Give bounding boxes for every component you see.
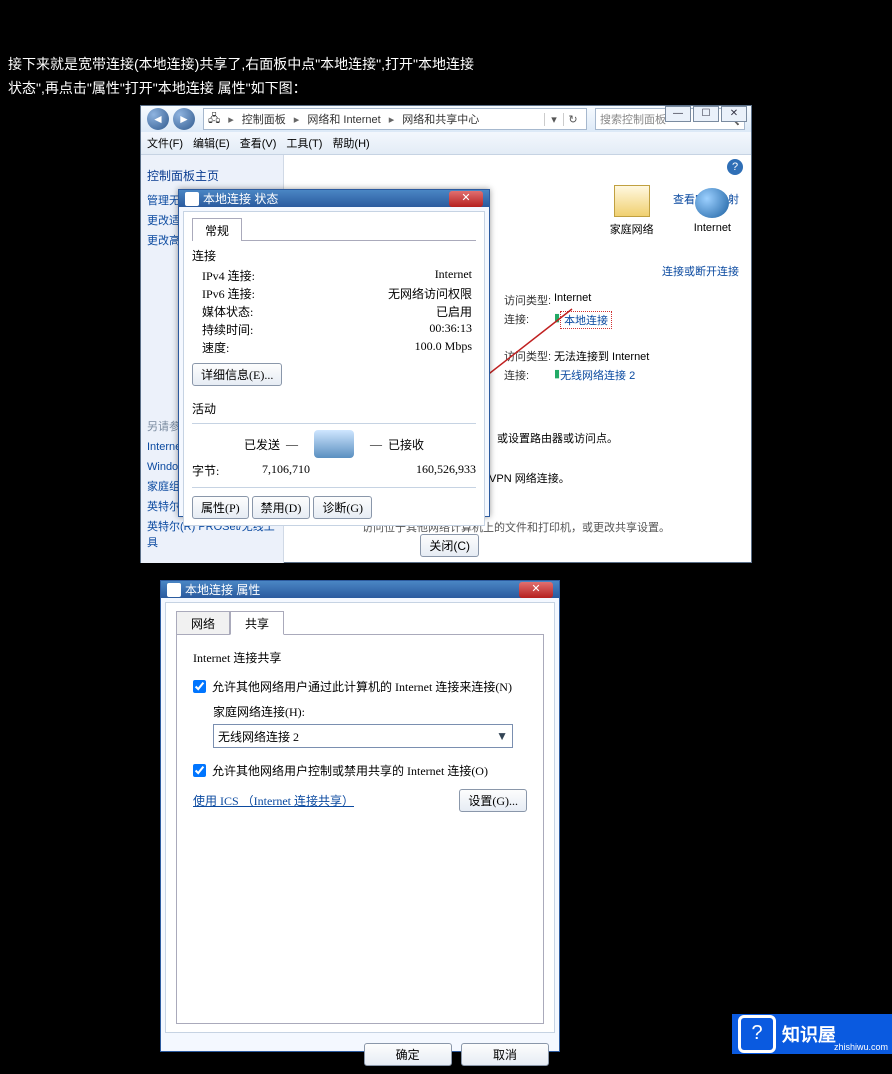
wireless-connection-link[interactable]: 无线网络连接 2 bbox=[560, 367, 635, 383]
network-diagram: 家庭网络 Internet bbox=[610, 185, 731, 237]
menubar: 文件(F) 编辑(E) 查看(V) 工具(T) 帮助(H) bbox=[141, 132, 751, 155]
internet-icon bbox=[695, 188, 729, 218]
bytes-label: 字节: bbox=[192, 462, 262, 479]
disable-button[interactable]: 禁用(D) bbox=[252, 496, 311, 519]
props-title: 本地连接 属性 bbox=[185, 581, 260, 598]
kv-ipv6-v: 无网络访问权限 bbox=[388, 285, 472, 302]
back-button[interactable]: ◄ bbox=[147, 108, 169, 130]
forward-button[interactable]: ► bbox=[173, 108, 195, 130]
tab-share[interactable]: 共享 bbox=[230, 611, 284, 635]
kv-duration-v: 00:36:13 bbox=[429, 321, 472, 338]
kv-media-v: 已启用 bbox=[436, 303, 472, 320]
connection-status-dialog: 本地连接 状态 ✕ 常规 连接 IPv4 连接: Internet IPv6 连接… bbox=[178, 189, 490, 517]
sent-label: 已发送 bbox=[244, 436, 280, 453]
close-button[interactable]: ✕ bbox=[721, 106, 747, 122]
local-connection-link[interactable]: 本地连接 bbox=[560, 311, 612, 329]
breadcrumb-item-1[interactable]: 网络和 Internet bbox=[303, 111, 384, 127]
menu-help[interactable]: 帮助(H) bbox=[332, 135, 369, 151]
logo-domain: zhishiwu.com bbox=[834, 1042, 888, 1052]
status-close-button[interactable]: ✕ bbox=[449, 191, 483, 207]
properties-button[interactable]: 属性(P) bbox=[192, 496, 249, 519]
article-text-1: 接下来就是宽带连接(本地连接)共享了,右面板中点"本地连接",打开"本地连接 bbox=[8, 54, 474, 74]
network-icon bbox=[167, 583, 181, 597]
ics-help-link[interactable]: 使用 ICS （Internet 连接共享） bbox=[193, 792, 354, 809]
connection-section-label: 连接 bbox=[192, 247, 476, 264]
sidebar-heading: 控制面板主页 bbox=[147, 167, 277, 184]
combo-label: 家庭网络连接(H): bbox=[213, 703, 527, 720]
connect-disconnect-link[interactable]: 连接或断开连接 bbox=[662, 266, 739, 278]
allow-share-checkbox[interactable] bbox=[193, 680, 206, 693]
ok-button[interactable]: 确定 bbox=[364, 1043, 452, 1066]
kv-duration-k: 持续时间: bbox=[202, 321, 272, 338]
settings-button[interactable]: 设置(G)... bbox=[459, 789, 527, 812]
home-network-label: 家庭网络 bbox=[610, 221, 654, 237]
menu-view[interactable]: 查看(V) bbox=[240, 135, 277, 151]
kv-ipv4-v: Internet bbox=[435, 267, 472, 284]
kv-ipv4-k: IPv4 连接: bbox=[202, 267, 272, 284]
related-homegroup[interactable]: 家庭组 bbox=[147, 481, 180, 493]
active-network-1: 访问类型:Internet 连接: ▮ 本地连接 bbox=[504, 289, 724, 332]
an1-access-label: 访问类型: bbox=[504, 292, 554, 308]
diagnose-button[interactable]: 诊断(G) bbox=[313, 496, 372, 519]
activity-section-label: 活动 bbox=[192, 400, 476, 417]
details-button[interactable]: 详细信息(E)... bbox=[192, 363, 282, 386]
activity-icon bbox=[314, 430, 354, 458]
active-network-2: 访问类型:无法连接到 Internet 连接: ▮ 无线网络连接 2 bbox=[504, 345, 724, 386]
search-placeholder: 搜索控制面板 bbox=[600, 111, 666, 127]
ics-heading: Internet 连接共享 bbox=[193, 649, 527, 666]
minimize-button[interactable]: — bbox=[665, 106, 691, 122]
logo-brand: 知识屋 bbox=[782, 1021, 836, 1047]
home-network-combo-value: 无线网络连接 2 bbox=[218, 728, 299, 745]
cancel-button[interactable]: 取消 bbox=[461, 1043, 549, 1066]
zhishiwu-logo: ? 知识屋 zhishiwu.com bbox=[732, 1014, 892, 1054]
bytes-recv: 160,526,933 bbox=[310, 462, 476, 479]
network-icon bbox=[185, 192, 199, 206]
breadcrumb-dropdown[interactable]: ▾ bbox=[544, 113, 563, 126]
props-close-button[interactable]: ✕ bbox=[519, 582, 553, 598]
bytes-sent: 7,106,710 bbox=[262, 462, 310, 479]
internet-label: Internet bbox=[694, 222, 731, 234]
menu-edit[interactable]: 编辑(E) bbox=[193, 135, 230, 151]
article-text-2: 状态",再点击"属性"打开"本地连接 属性"如下图： bbox=[8, 78, 307, 98]
connection-properties-dialog: 本地连接 属性 ✕ 网络 共享 Internet 连接共享 允许其他网络用户通过… bbox=[160, 580, 560, 1052]
menu-file[interactable]: 文件(F) bbox=[147, 135, 183, 151]
status-close-btn[interactable]: 关闭(C) bbox=[420, 534, 479, 557]
maximize-button[interactable]: ☐ bbox=[693, 106, 719, 122]
question-icon: ? bbox=[738, 1015, 776, 1053]
breadcrumb[interactable]: 🖧 ▸ 控制面板 ▸ 网络和 Internet ▸ 网络和共享中心 ▾↻ bbox=[203, 108, 587, 130]
status-title-bar: 本地连接 状态 ✕ bbox=[179, 190, 489, 207]
an1-conn-label: 连接: bbox=[504, 311, 554, 329]
allow-control-checkbox[interactable] bbox=[193, 764, 206, 777]
allow-control-label: 允许其他网络用户控制或禁用共享的 Internet 连接(O) bbox=[212, 762, 488, 779]
status-tab-general[interactable]: 常规 bbox=[192, 218, 242, 241]
chevron-down-icon: ▼ bbox=[496, 729, 508, 744]
an2-conn-label: 连接: bbox=[504, 367, 554, 383]
breadcrumb-icon: 🖧 bbox=[204, 110, 224, 129]
kv-media-k: 媒体状态: bbox=[202, 303, 272, 320]
status-title: 本地连接 状态 bbox=[203, 190, 278, 207]
an2-access-label: 访问类型: bbox=[504, 348, 554, 364]
tab-network[interactable]: 网络 bbox=[176, 611, 230, 635]
kv-speed-v: 100.0 Mbps bbox=[415, 339, 472, 356]
an2-access-value: 无法连接到 Internet bbox=[554, 348, 649, 364]
allow-share-label: 允许其他网络用户通过此计算机的 Internet 连接来连接(N) bbox=[212, 678, 512, 695]
recv-label: 已接收 bbox=[388, 436, 424, 453]
kv-ipv6-k: IPv6 连接: bbox=[202, 285, 272, 302]
breadcrumb-item-0[interactable]: 控制面板 bbox=[238, 111, 290, 127]
breadcrumb-item-2[interactable]: 网络和共享中心 bbox=[398, 111, 483, 127]
window-buttons: — ☐ ✕ bbox=[665, 106, 747, 122]
an1-access-value: Internet bbox=[554, 292, 591, 308]
props-title-bar: 本地连接 属性 ✕ bbox=[161, 581, 559, 598]
kv-speed-k: 速度: bbox=[202, 339, 272, 356]
home-network-combo[interactable]: 无线网络连接 2 ▼ bbox=[213, 724, 513, 748]
breadcrumb-refresh[interactable]: ↻ bbox=[563, 113, 582, 126]
home-network-icon bbox=[614, 185, 650, 217]
titlebar: ◄ ► 🖧 ▸ 控制面板 ▸ 网络和 Internet ▸ 网络和共享中心 ▾↻… bbox=[141, 106, 751, 132]
menu-tools[interactable]: 工具(T) bbox=[286, 135, 322, 151]
help-icon[interactable]: ? bbox=[727, 159, 743, 175]
